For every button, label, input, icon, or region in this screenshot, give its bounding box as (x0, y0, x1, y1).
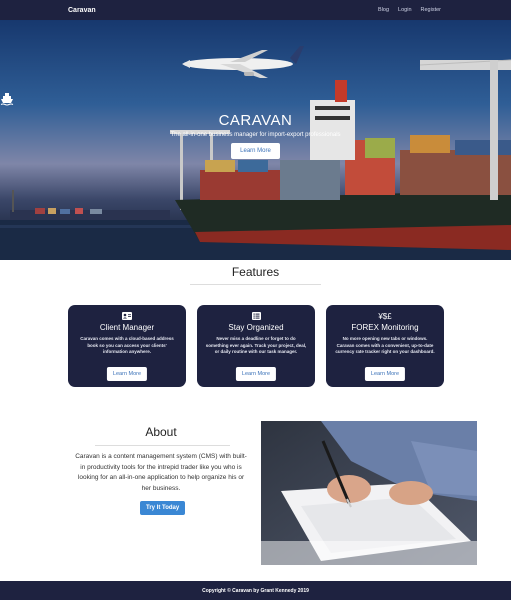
features-divider (190, 284, 321, 285)
hero-subtitle: The all-in-one business manager for impo… (170, 132, 341, 138)
nav-link-blog[interactable]: Blog (378, 7, 389, 13)
hero-content: CARAVAN The all-in-one business manager … (0, 92, 511, 159)
features-heading: Features (231, 265, 280, 279)
hero-title: CARAVAN (218, 112, 293, 129)
copyright-text: Copyright © Caravan by Grant Kennedy 201… (202, 587, 309, 594)
about-photo-signing-document (261, 421, 477, 565)
address-card-icon (68, 312, 186, 321)
feature-card-text: No more opening new tabs or windows. Car… (335, 336, 435, 354)
client-manager-learn-more-button[interactable]: Learn More (106, 367, 148, 381)
about-heading: About (145, 425, 177, 439)
feature-card-forex-monitoring: ¥$£ FOREX Monitoring No more opening new… (326, 305, 444, 387)
feature-card-title: FOREX Monitoring (351, 323, 419, 332)
about-divider (95, 445, 230, 446)
feature-card-title: Client Manager (99, 323, 155, 332)
about-description: Caravan is a content management system (… (75, 453, 247, 492)
feature-card-stay-organized: Stay Organized Never miss a deadline or … (197, 305, 315, 387)
hero-banner: CARAVAN The all-in-one business manager … (0, 20, 511, 260)
nav-link-register[interactable]: Register (421, 7, 441, 13)
feature-card-text: Caravan comes with a cloud-based address… (80, 336, 174, 354)
nav-link-login[interactable]: Login (398, 7, 411, 13)
try-it-today-button[interactable]: Try It Today (140, 501, 186, 515)
forex-learn-more-button[interactable]: Learn More (364, 367, 406, 381)
ship-icon (0, 92, 263, 106)
feature-card-client-manager: Client Manager Caravan comes with a clou… (68, 305, 186, 387)
stay-organized-learn-more-button[interactable]: Learn More (235, 367, 277, 381)
task-list-icon (197, 312, 315, 321)
footer: Copyright © Caravan by Grant Kennedy 201… (0, 581, 511, 600)
hero-learn-more-button[interactable]: Learn More (231, 143, 280, 159)
feature-card-title: Stay Organized (228, 323, 284, 332)
feature-card-text: Never miss a deadline or forget to do so… (205, 336, 307, 354)
brand-logo[interactable]: Caravan (68, 7, 96, 14)
nav-links: Blog Login Register (378, 0, 441, 20)
currency-icon: ¥$£ (378, 312, 392, 321)
top-navbar: Caravan Blog Login Register (0, 0, 511, 20)
